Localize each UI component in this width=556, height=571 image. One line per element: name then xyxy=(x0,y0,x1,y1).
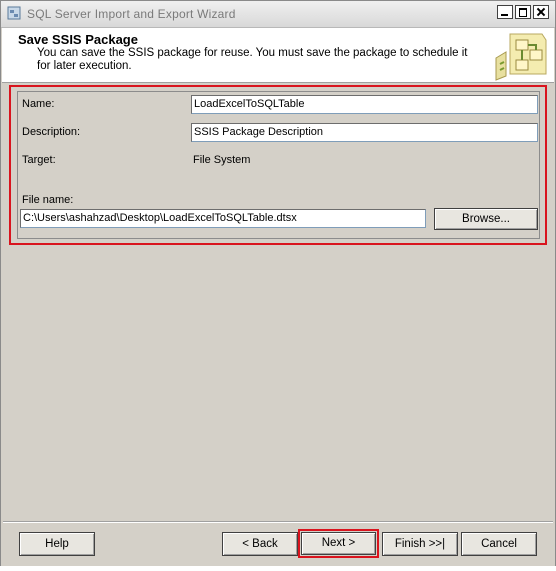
package-flow-icon xyxy=(495,33,547,81)
description-input[interactable]: SSIS Package Description xyxy=(191,123,538,142)
finish-button[interactable]: Finish >>| xyxy=(382,532,458,556)
page-description: You can save the SSIS package for reuse.… xyxy=(37,47,468,72)
window-title: SQL Server Import and Export Wizard xyxy=(27,7,236,21)
filename-label: File name: xyxy=(22,194,74,206)
page-title: Save SSIS Package xyxy=(18,32,138,47)
minimize-button[interactable] xyxy=(497,5,513,19)
target-label: Target: xyxy=(22,154,56,166)
next-button[interactable]: Next > xyxy=(301,532,376,555)
filename-input[interactable]: C:\Users\ashahzad\Desktop\LoadExcelToSQL… xyxy=(20,209,426,228)
name-input[interactable]: LoadExcelToSQLTable xyxy=(191,95,538,114)
back-button[interactable]: < Back xyxy=(222,532,298,556)
background-strip xyxy=(0,566,556,571)
browse-button[interactable]: Browse... xyxy=(434,208,538,230)
window-controls xyxy=(495,5,549,19)
footer-separator xyxy=(3,521,553,523)
name-label: Name: xyxy=(22,98,55,110)
help-button[interactable]: Help xyxy=(19,532,95,556)
wizard-app-icon xyxy=(7,6,21,20)
description-label: Description: xyxy=(22,126,81,138)
cancel-button[interactable]: Cancel xyxy=(461,532,537,556)
maximize-button[interactable] xyxy=(515,5,531,19)
target-value: File System xyxy=(193,154,251,166)
import-export-wizard-window: SQL Server Import and Export Wizard Save… xyxy=(0,0,556,571)
wizard-header: Save SSIS Package You can save the SSIS … xyxy=(2,28,554,83)
title-bar[interactable]: SQL Server Import and Export Wizard xyxy=(1,1,555,28)
close-button[interactable] xyxy=(533,5,549,19)
